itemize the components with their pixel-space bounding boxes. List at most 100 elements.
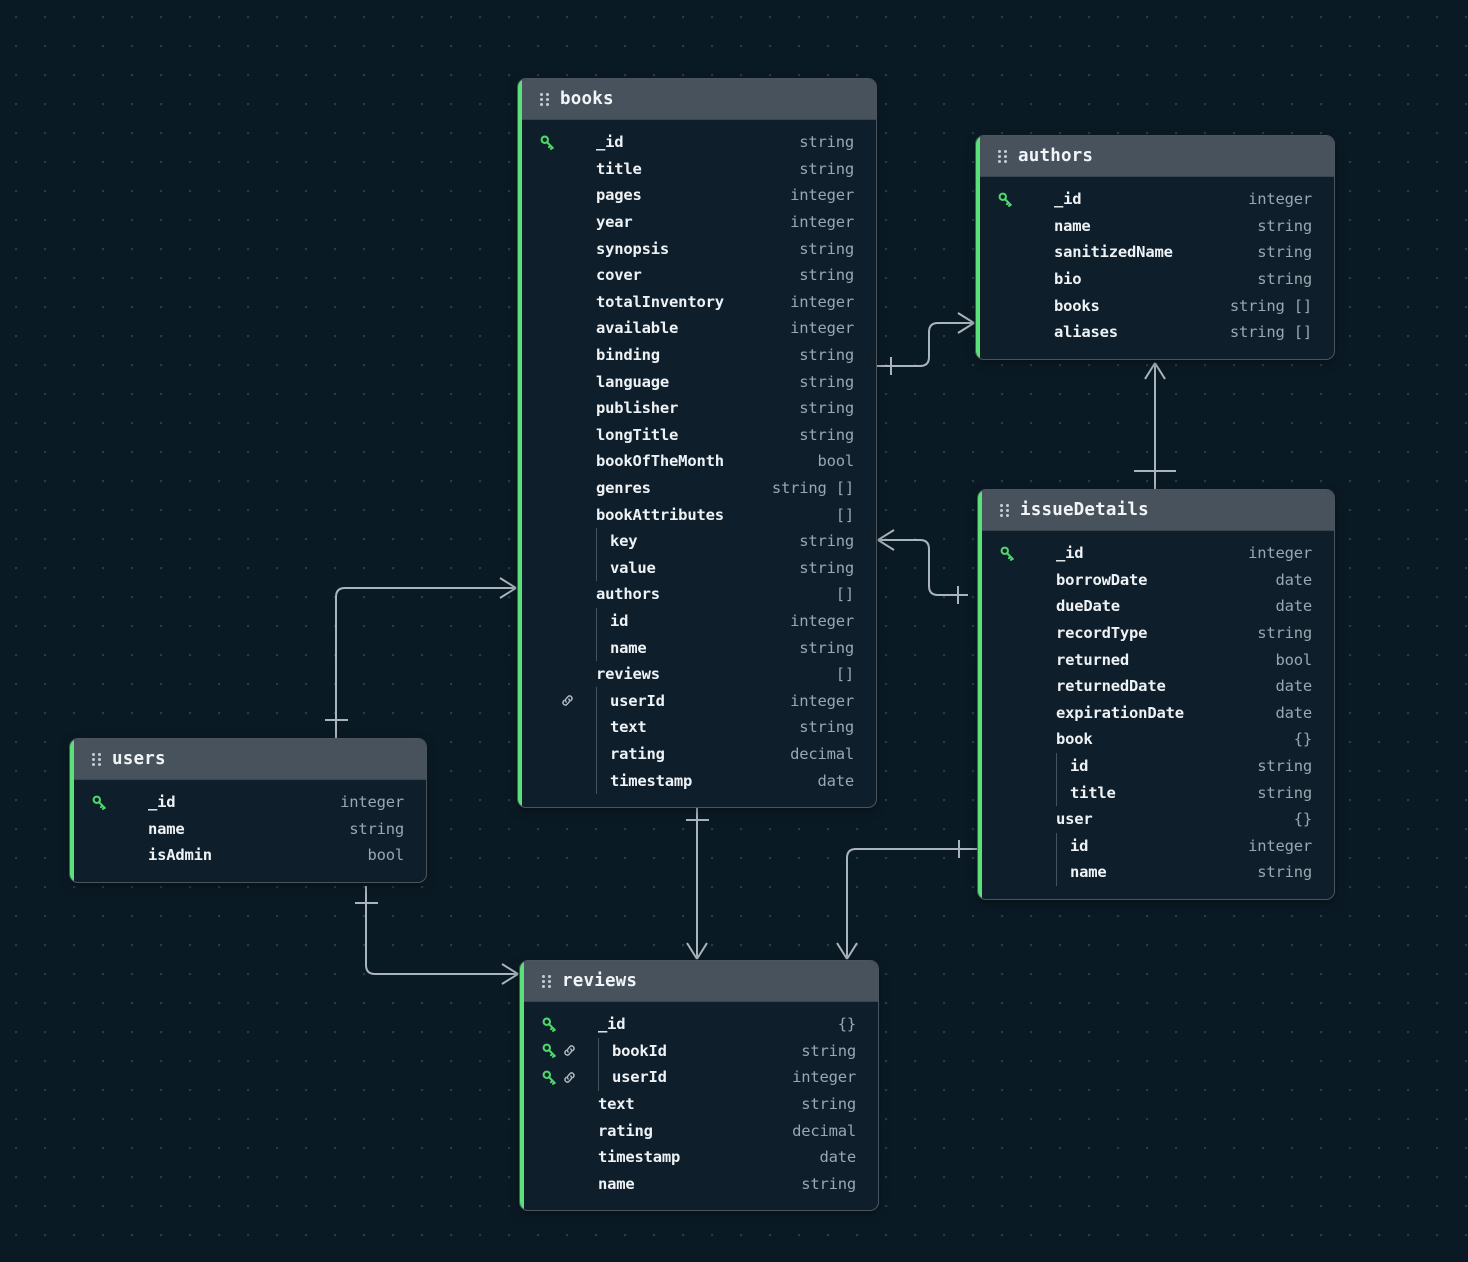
field-row[interactable]: biostring: [976, 266, 1334, 293]
field-row[interactable]: namestring: [976, 213, 1334, 240]
field-row[interactable]: timestampdate: [520, 1144, 878, 1171]
drag-handle-icon[interactable]: [1000, 504, 1009, 517]
field-row[interactable]: idinteger: [978, 833, 1334, 860]
field-name: synopsis: [596, 240, 669, 258]
table-fields-users: _id integer namestringisAdminbool: [70, 780, 426, 882]
field-row[interactable]: booksstring []: [976, 292, 1334, 319]
field-row[interactable]: _idstring: [518, 129, 876, 156]
field-row[interactable]: languagestring: [518, 368, 876, 395]
field-row[interactable]: reviews[]: [518, 661, 876, 688]
field-gutter: [540, 262, 596, 289]
indent-guide: [1056, 753, 1057, 780]
field-row[interactable]: coverstring: [518, 262, 876, 289]
field-row[interactable]: titlestring: [518, 156, 876, 183]
table-card-books[interactable]: books _idstringtitlestringpagesintegerye…: [517, 78, 877, 808]
table-header-users[interactable]: users: [70, 739, 426, 780]
field-row[interactable]: ratingdecimal: [518, 741, 876, 768]
field-row[interactable]: userId integer: [518, 687, 876, 714]
field-row[interactable]: recordTypestring: [978, 620, 1334, 647]
field-row[interactable]: borrowDatedate: [978, 567, 1334, 594]
field-row[interactable]: bookOfTheMonthbool: [518, 448, 876, 475]
field-gutter: [540, 368, 596, 395]
field-row[interactable]: isAdminbool: [70, 842, 426, 869]
table-header-authors[interactable]: authors: [976, 136, 1334, 177]
drag-handle-icon[interactable]: [540, 93, 549, 106]
table-header-books[interactable]: books: [518, 79, 876, 120]
field-row[interactable]: userIdinteger: [520, 1064, 878, 1091]
field-gutter: [998, 239, 1054, 266]
field-row[interactable]: pagesinteger: [518, 182, 876, 209]
field-row[interactable]: book{}: [978, 726, 1334, 753]
field-row[interactable]: expirationDatedate: [978, 700, 1334, 727]
field-row[interactable]: keystring: [518, 528, 876, 555]
field-row[interactable]: namestring: [520, 1171, 878, 1198]
field-row[interactable]: valuestring: [518, 555, 876, 582]
field-row[interactable]: bookIdstring: [520, 1038, 878, 1065]
field-row[interactable]: textstring: [520, 1091, 878, 1118]
table-header-reviews[interactable]: reviews: [520, 961, 878, 1002]
field-name-wrap: binding: [596, 342, 799, 369]
field-row[interactable]: _id{}: [520, 1011, 878, 1038]
field-name-wrap: language: [596, 368, 799, 395]
field-row[interactable]: aliasesstring []: [976, 319, 1334, 346]
field-type: integer: [790, 692, 854, 710]
field-type: string: [801, 1095, 856, 1113]
field-row[interactable]: _id integer: [70, 789, 426, 816]
table-card-reviews[interactable]: reviews _id{}bookIdstringuserIdintegerte…: [519, 960, 879, 1211]
erd-canvas[interactable]: books _idstringtitlestringpagesintegerye…: [0, 0, 1468, 1262]
field-row[interactable]: availableinteger: [518, 315, 876, 342]
drag-handle-icon[interactable]: [92, 753, 101, 766]
field-name-wrap: bookOfTheMonth: [596, 448, 817, 475]
field-row[interactable]: sanitizedNamestring: [976, 239, 1334, 266]
table-card-users[interactable]: users _id integer namestringisAdminbool: [69, 738, 427, 883]
field-name-wrap: name: [596, 634, 799, 661]
drag-handle-icon[interactable]: [542, 975, 551, 988]
field-row[interactable]: idstring: [978, 753, 1334, 780]
field-row[interactable]: namestring: [978, 859, 1334, 886]
field-row[interactable]: namestring: [70, 816, 426, 843]
field-row[interactable]: returnedbool: [978, 646, 1334, 673]
field-name: key: [610, 532, 637, 550]
field-row[interactable]: _idinteger: [976, 186, 1334, 213]
field-row[interactable]: returnedDatedate: [978, 673, 1334, 700]
field-row[interactable]: longTitlestring: [518, 422, 876, 449]
field-type: integer: [340, 793, 404, 811]
field-gutter: [540, 289, 596, 316]
field-row[interactable]: bookAttributes[]: [518, 501, 876, 528]
field-name: recordType: [1056, 624, 1147, 642]
table-header-issuedetails[interactable]: issueDetails: [978, 490, 1334, 531]
field-row[interactable]: dueDatedate: [978, 593, 1334, 620]
field-row[interactable]: bindingstring: [518, 342, 876, 369]
field-row[interactable]: publisherstring: [518, 395, 876, 422]
field-name: title: [1070, 784, 1116, 802]
field-name-wrap: books: [1054, 292, 1230, 319]
field-row[interactable]: totalInventoryinteger: [518, 289, 876, 316]
field-row[interactable]: synopsisstring: [518, 235, 876, 262]
field-row[interactable]: timestampdate: [518, 767, 876, 794]
field-row[interactable]: user{}: [978, 806, 1334, 833]
crowfoot-reviews-issue: [837, 943, 857, 959]
field-type: string: [801, 1175, 856, 1193]
field-name: userId: [610, 692, 665, 710]
table-card-authors[interactable]: authors _idintegernamestringsanitizedNam…: [975, 135, 1335, 360]
field-gutter: [540, 608, 596, 635]
field-row[interactable]: titlestring: [978, 779, 1334, 806]
field-name: timestamp: [598, 1148, 680, 1166]
field-row[interactable]: textstring: [518, 714, 876, 741]
field-row[interactable]: genresstring []: [518, 475, 876, 502]
field-gutter: [540, 395, 596, 422]
field-name-wrap: bookId: [598, 1038, 801, 1065]
field-row[interactable]: authors[]: [518, 581, 876, 608]
field-type: string: [1257, 243, 1312, 261]
field-name-wrap: id: [596, 608, 790, 635]
field-name-wrap: timestamp: [596, 767, 817, 794]
field-name: rating: [610, 745, 665, 763]
field-name: _id: [148, 793, 175, 811]
field-row[interactable]: yearinteger: [518, 209, 876, 236]
field-row[interactable]: namestring: [518, 634, 876, 661]
drag-handle-icon[interactable]: [998, 150, 1007, 163]
table-card-issuedetails[interactable]: issueDetails _idintegerborrowDatedatedue…: [977, 489, 1335, 900]
field-row[interactable]: ratingdecimal: [520, 1117, 878, 1144]
field-row[interactable]: _idinteger: [978, 540, 1334, 567]
field-row[interactable]: idinteger: [518, 608, 876, 635]
